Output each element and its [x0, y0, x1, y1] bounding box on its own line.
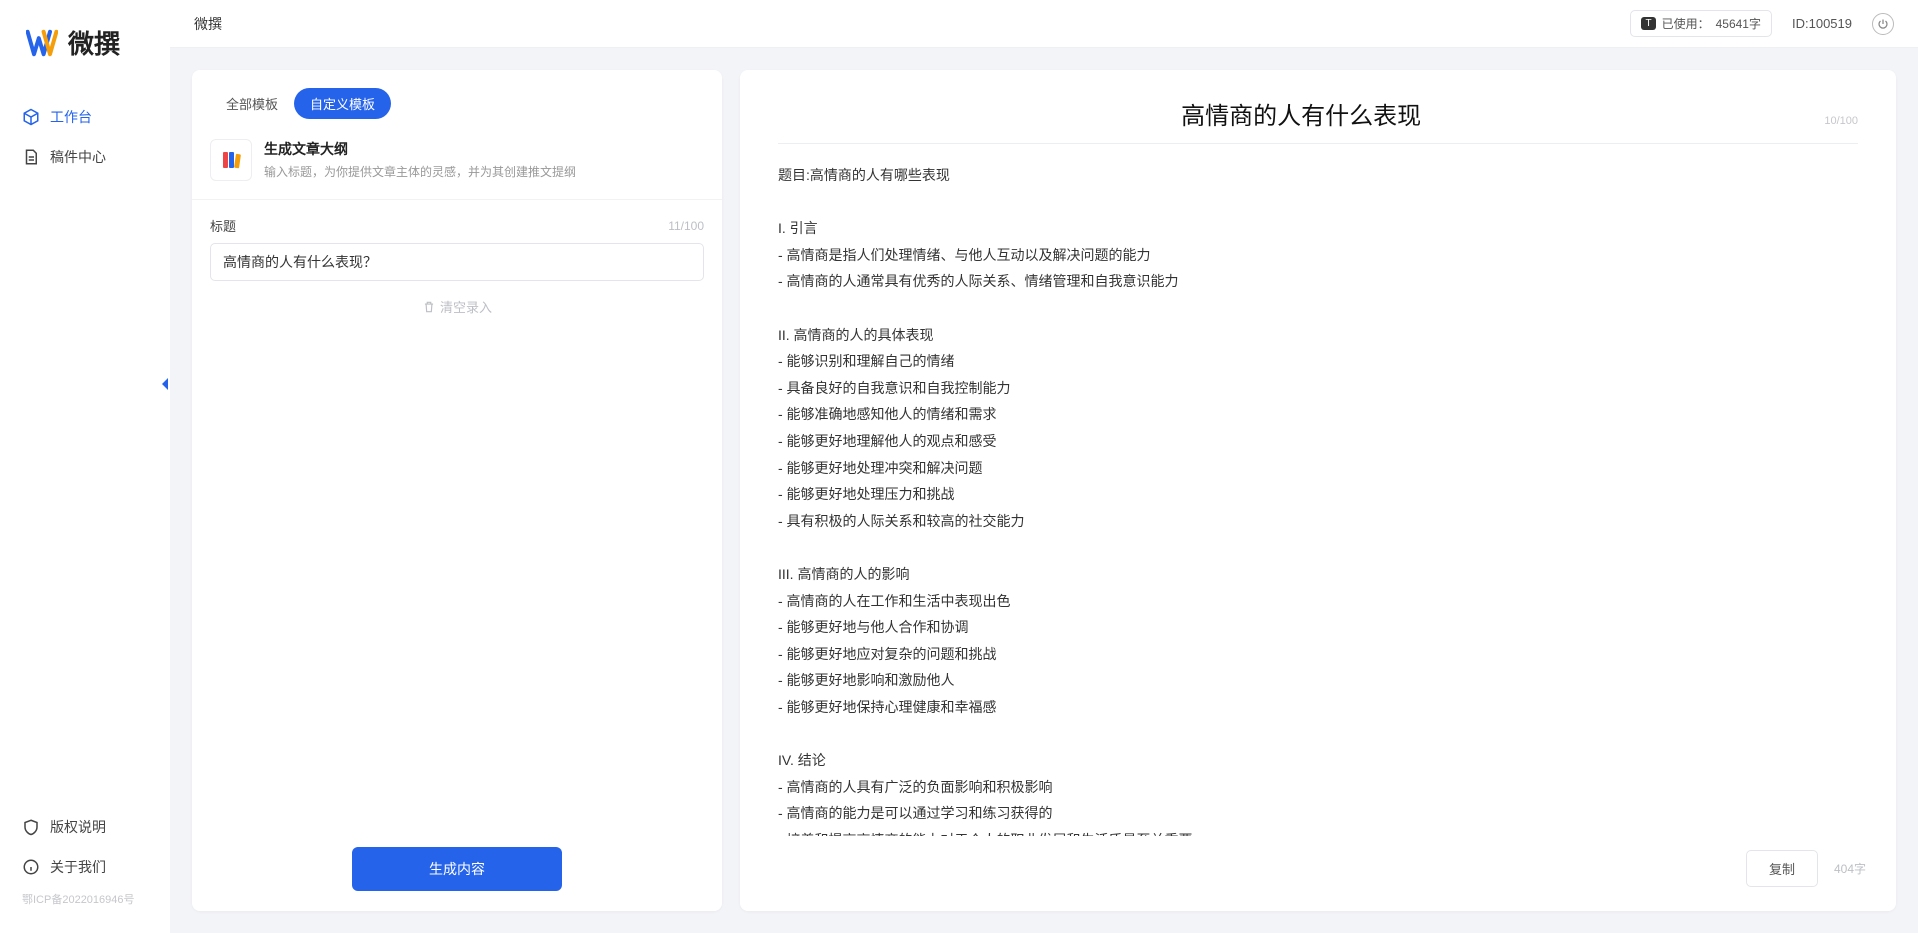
article-title[interactable]: 高情商的人有什么表现	[778, 96, 1824, 131]
document-icon	[22, 148, 40, 166]
template-desc: 输入标题，为你提供文章主体的灵感，并为其创建推文提纲	[264, 163, 576, 180]
nav-main: 工作台 稿件中心	[0, 89, 170, 185]
left-actions: 生成内容	[192, 827, 722, 911]
config-panel: 全部模板 自定义模板 生成文章大纲 输入标题，为你提供文章主体的灵感，并为其创建…	[192, 70, 722, 911]
nav-workspace[interactable]: 工作台	[0, 97, 170, 137]
nav-drafts[interactable]: 稿件中心	[0, 137, 170, 177]
sidebar: 微撰 工作台 稿件中心 版权说明 关于我们 鄂ICP备2022016946号	[0, 0, 170, 933]
field-counter: 11/100	[668, 219, 704, 233]
article-title-counter: 10/100	[1824, 115, 1858, 127]
nav-label: 版权说明	[50, 817, 106, 837]
form-area: 标题 11/100 清空录入	[192, 200, 722, 332]
usage-value: 45641字	[1716, 15, 1761, 32]
template-tabs: 全部模板 自定义模板	[210, 88, 704, 119]
copy-button[interactable]: 复制	[1746, 850, 1818, 887]
nav-about[interactable]: 关于我们	[0, 847, 170, 887]
article-header: 高情商的人有什么表现 10/100	[740, 70, 1896, 152]
field-label-title: 标题	[210, 216, 236, 235]
template-card: 生成文章大纲 输入标题，为你提供文章主体的灵感，并为其创建推文提纲	[192, 129, 722, 200]
template-icon	[210, 139, 252, 181]
generate-button[interactable]: 生成内容	[352, 847, 562, 891]
sidebar-bottom: 版权说明 关于我们 鄂ICP备2022016946号	[0, 807, 170, 933]
usage-label: 已使用：	[1662, 15, 1710, 32]
logo-text: 微撰	[68, 24, 120, 61]
nav-label: 关于我们	[50, 857, 106, 877]
nav-copyright[interactable]: 版权说明	[0, 807, 170, 847]
power-button[interactable]	[1872, 13, 1894, 35]
topbar: 微撰 T 已使用： 45641字 ID:100519	[170, 0, 1918, 48]
nav-label: 稿件中心	[50, 147, 106, 167]
main-area: 全部模板 自定义模板 生成文章大纲 输入标题，为你提供文章主体的灵感，并为其创建…	[170, 48, 1918, 933]
tab-all-templates[interactable]: 全部模板	[210, 88, 294, 119]
title-input[interactable]	[210, 243, 704, 281]
usage-badge[interactable]: T 已使用： 45641字	[1630, 10, 1772, 37]
clear-input-button[interactable]: 清空录入	[210, 297, 704, 316]
shield-icon	[22, 818, 40, 836]
breadcrumb: 微撰	[194, 14, 222, 34]
article-body[interactable]: 题目:高情商的人有哪些表现 I. 引言 - 高情商是指人们处理情绪、与他人互动以…	[740, 152, 1896, 836]
books-icon	[219, 148, 243, 172]
tab-custom-templates[interactable]: 自定义模板	[294, 88, 391, 119]
topbar-right: T 已使用： 45641字 ID:100519	[1630, 10, 1894, 37]
cube-icon	[22, 108, 40, 126]
icp-text: 鄂ICP备2022016946号	[0, 887, 170, 911]
trash-icon	[422, 300, 436, 314]
logo: 微撰	[0, 24, 170, 89]
word-count: 404字	[1834, 860, 1866, 877]
user-id: ID:100519	[1792, 16, 1852, 31]
text-chip-icon: T	[1641, 17, 1655, 30]
article-footer: 复制 404字	[740, 836, 1896, 911]
template-title: 生成文章大纲	[264, 139, 576, 159]
output-panel: 高情商的人有什么表现 10/100 题目:高情商的人有哪些表现 I. 引言 - …	[740, 70, 1896, 911]
power-icon	[1877, 18, 1889, 30]
nav-label: 工作台	[50, 107, 92, 127]
logo-icon	[26, 27, 58, 59]
info-icon	[22, 858, 40, 876]
